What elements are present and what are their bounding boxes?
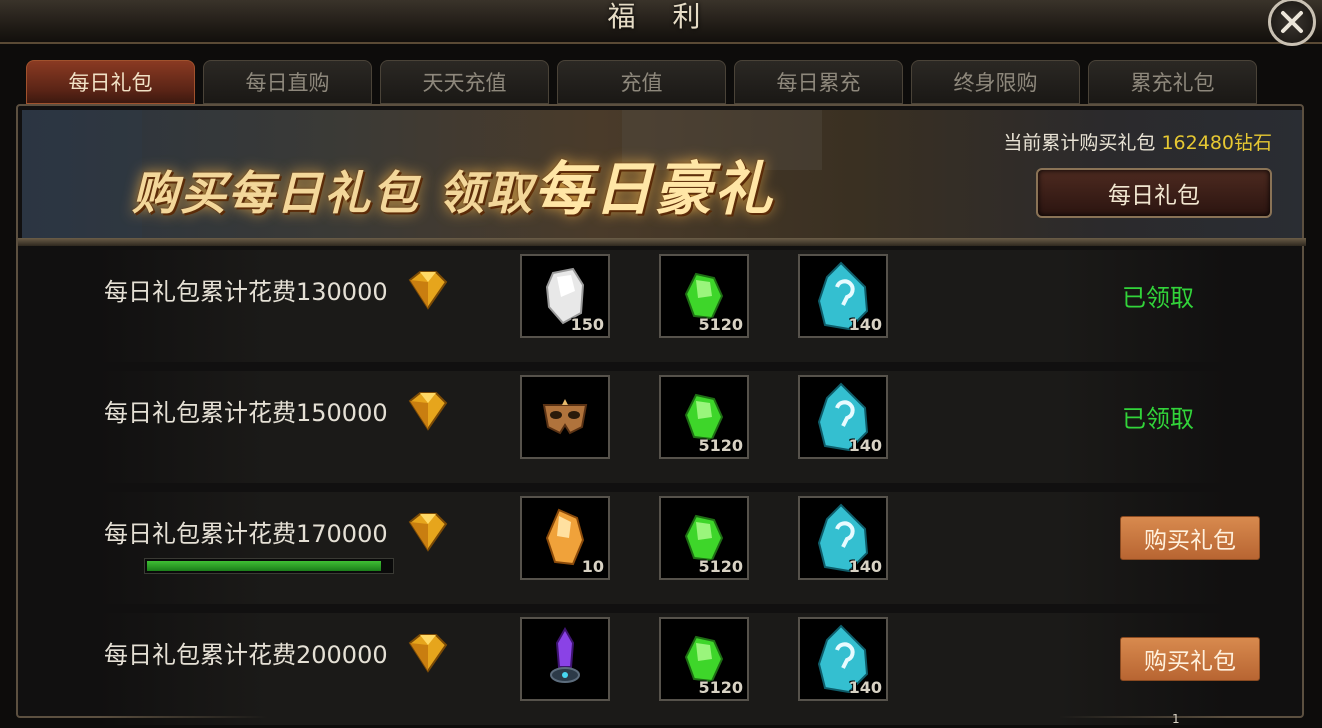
diamond-icon bbox=[408, 634, 448, 673]
window-title: 福 利 bbox=[607, 0, 715, 33]
reward-slot[interactable]: 10 bbox=[520, 496, 610, 580]
row-label: 每日礼包累计花费200000 bbox=[104, 641, 388, 669]
item-count: 140 bbox=[848, 557, 882, 576]
tab-cumulative-gift[interactable]: 累充礼包 bbox=[1088, 60, 1257, 104]
banner-background bbox=[22, 110, 142, 242]
reward-slot[interactable]: 140 bbox=[798, 375, 888, 459]
diamond-icon bbox=[408, 271, 448, 310]
accum-label: 当前累计购买礼包 bbox=[1003, 132, 1156, 154]
reward-slot[interactable] bbox=[520, 375, 610, 459]
reward-slot[interactable] bbox=[520, 617, 610, 701]
tab-lifetime-limited[interactable]: 终身限购 bbox=[911, 60, 1080, 104]
reward-slot[interactable]: 140 bbox=[798, 617, 888, 701]
page-number: 1 bbox=[1172, 712, 1180, 726]
row-label: 每日礼包累计花费150000 bbox=[104, 399, 388, 427]
tab-bar: 每日礼包 每日直购 天天充值 充值 每日累充 终身限购 累充礼包 bbox=[26, 60, 1257, 104]
promo-banner: 购买每日礼包 领取每日豪礼 当前累计购买礼包 162480钻石 每日礼包 bbox=[22, 110, 1302, 242]
claimed-status: 已领取 bbox=[1122, 405, 1194, 433]
diamond-icon bbox=[408, 392, 448, 431]
row-label: 每日礼包累计花费170000 bbox=[104, 520, 388, 548]
buy-gift-button[interactable]: 购买礼包 bbox=[1120, 516, 1260, 560]
diamond-icon bbox=[408, 513, 448, 552]
orange-crystal-icon bbox=[545, 508, 585, 566]
item-count: 5120 bbox=[698, 436, 743, 455]
item-count: 140 bbox=[848, 678, 882, 697]
purple-crystal-pedestal-icon bbox=[550, 627, 580, 683]
title-bar: 福 利 bbox=[0, 0, 1322, 46]
accum-value: 162480钻石 bbox=[1161, 132, 1272, 154]
reward-row: 每日礼包累计花费130000 150 5120 140 已领取 bbox=[98, 250, 1228, 362]
reward-row: 每日礼包累计花费150000 5120 140 已领取 bbox=[98, 371, 1228, 483]
reward-slot[interactable]: 140 bbox=[798, 254, 888, 338]
claimed-status: 已领取 bbox=[1122, 284, 1194, 312]
item-count: 140 bbox=[848, 315, 882, 334]
close-button[interactable] bbox=[1268, 0, 1316, 46]
item-count: 150 bbox=[570, 315, 604, 334]
item-count: 5120 bbox=[698, 557, 743, 576]
tab-daily-gift[interactable]: 每日礼包 bbox=[26, 60, 195, 104]
slogan-part2: 每日豪礼 bbox=[534, 155, 775, 223]
reward-slot[interactable]: 150 bbox=[520, 254, 610, 338]
golden-mask-icon bbox=[542, 399, 588, 435]
reward-row: 每日礼包累计花费170000 10 5120 140 购买礼包 bbox=[98, 492, 1260, 604]
tab-daily-direct-buy[interactable]: 每日直购 bbox=[203, 60, 372, 104]
tab-everyday-recharge[interactable]: 天天充值 bbox=[380, 60, 549, 104]
progress-bar bbox=[144, 558, 394, 574]
item-count: 140 bbox=[848, 436, 882, 455]
daily-gift-button[interactable]: 每日礼包 bbox=[1036, 168, 1272, 218]
row-label: 每日礼包累计花费130000 bbox=[104, 278, 388, 306]
close-icon bbox=[1281, 11, 1303, 33]
slogan-part1: 购买每日礼包 领取 bbox=[132, 166, 535, 220]
welfare-window: 福 利 每日礼包 每日直购 天天充值 充值 每日累充 终身限购 累充礼包 购买每… bbox=[0, 0, 1322, 728]
item-count: 5120 bbox=[698, 315, 743, 334]
reward-slot[interactable]: 140 bbox=[798, 496, 888, 580]
item-count: 5120 bbox=[698, 678, 743, 697]
progress-fill bbox=[147, 561, 382, 571]
accumulated-purchase: 当前累计购买礼包 162480钻石 bbox=[1003, 128, 1272, 155]
reward-slot[interactable]: 5120 bbox=[659, 617, 749, 701]
banner-divider bbox=[18, 238, 1306, 246]
reward-slot[interactable]: 5120 bbox=[659, 375, 749, 459]
buy-gift-button[interactable]: 购买礼包 bbox=[1120, 637, 1260, 681]
reward-slot[interactable]: 5120 bbox=[659, 496, 749, 580]
reward-slot[interactable]: 5120 bbox=[659, 254, 749, 338]
banner-slogan: 购买每日礼包 领取每日豪礼 bbox=[132, 142, 774, 226]
reward-row: 每日礼包累计花费200000 5120 140 购买礼包 bbox=[98, 613, 1260, 725]
content-panel: 购买每日礼包 领取每日豪礼 当前累计购买礼包 162480钻石 每日礼包 每日礼… bbox=[16, 104, 1306, 725]
item-count: 10 bbox=[581, 557, 604, 576]
tab-daily-cumulative-recharge[interactable]: 每日累充 bbox=[734, 60, 903, 104]
tab-recharge[interactable]: 充值 bbox=[557, 60, 726, 104]
